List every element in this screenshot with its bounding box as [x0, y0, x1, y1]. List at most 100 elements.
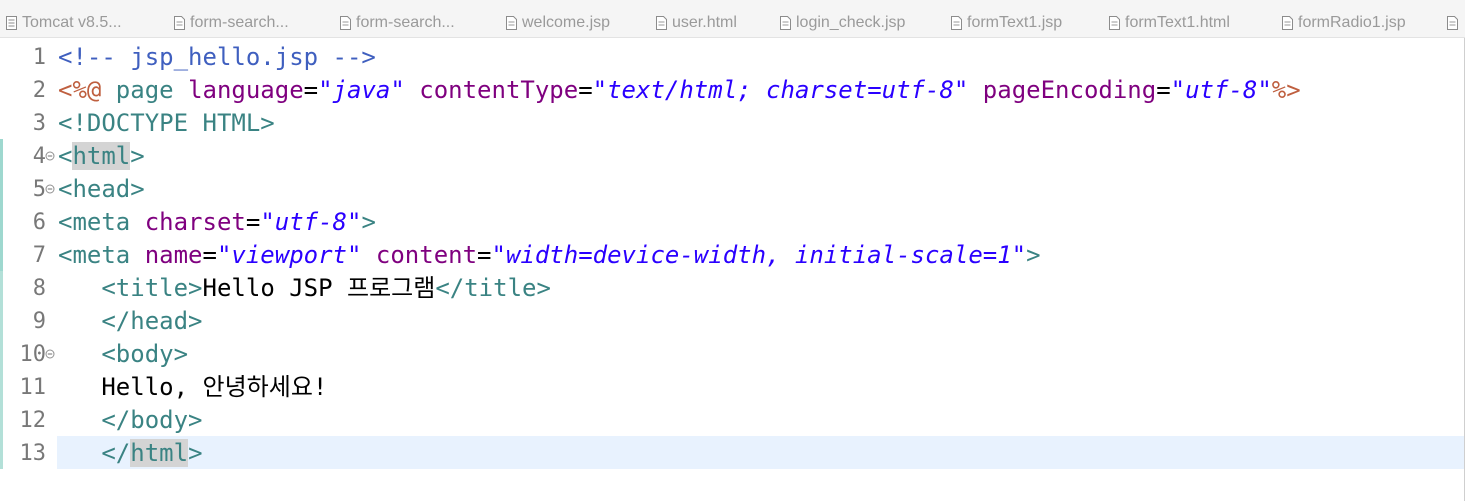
tab-overflow[interactable]: [1447, 12, 1458, 34]
meta-tag-open: <meta: [58, 241, 145, 269]
line-number: 8: [32, 276, 46, 301]
attribute-name: content: [361, 241, 478, 269]
equals-sign: =: [477, 241, 492, 269]
tab-user-html[interactable]: user.html: [656, 12, 737, 34]
tag-bracket: >: [130, 142, 145, 170]
jsp-file-icon: [506, 16, 517, 30]
tag-bracket: >: [188, 439, 203, 467]
line-number: 1: [32, 45, 46, 70]
tab-label: formText1.html: [1125, 14, 1230, 31]
code-line-current[interactable]: </html>: [58, 437, 203, 470]
tag-bracket: </: [101, 439, 131, 467]
attribute-value: "viewport": [216, 241, 362, 269]
code-line[interactable]: <meta charset="utf-8">: [58, 206, 376, 239]
head-tag: <head>: [58, 175, 145, 203]
line-number: 9: [32, 309, 46, 334]
line-number: 7: [32, 243, 46, 268]
fold-collapse-icon[interactable]: [45, 349, 55, 359]
fold-collapse-icon[interactable]: [45, 184, 55, 194]
tab-label: formRadio1.jsp: [1298, 14, 1406, 31]
attribute-name: pageEncoding: [968, 76, 1157, 104]
jsp-file-icon: [951, 16, 962, 30]
equals-sign: =: [1156, 76, 1171, 104]
attribute-value: "java": [318, 76, 405, 104]
fold-collapse-icon[interactable]: [45, 151, 55, 161]
code-line[interactable]: <html>: [58, 140, 145, 173]
meta-tag-open: <meta: [58, 208, 145, 236]
attribute-value: "width=device-width, initial-scale=1": [491, 241, 1027, 269]
code-line[interactable]: <body>: [58, 338, 188, 371]
head-close-tag: </head>: [101, 307, 203, 335]
code-line[interactable]: </head>: [58, 305, 203, 338]
tag-bracket: <: [58, 142, 73, 170]
tab-welcome-jsp[interactable]: welcome.jsp: [506, 12, 610, 34]
body-close-tag: </body>: [101, 406, 203, 434]
code-line[interactable]: <title>Hello JSP 프로그램</title>: [58, 272, 551, 305]
line-number: 13: [19, 441, 47, 466]
html-file-icon: [1109, 16, 1120, 30]
body-text: Hello, 안녕하세요!: [101, 373, 328, 401]
tab-tomcat-server[interactable]: Tomcat v8.5...: [6, 12, 122, 34]
tab-formradio1-jsp[interactable]: formRadio1.jsp: [1282, 12, 1406, 34]
tab-form-search-2[interactable]: form-search...: [340, 12, 455, 34]
title-tag-open: <title>: [101, 274, 203, 302]
tab-formtext1-html[interactable]: formText1.html: [1109, 12, 1230, 34]
attribute-name: name: [144, 241, 203, 269]
jsp-file-icon: [1282, 16, 1293, 30]
body-tag: <body>: [101, 340, 189, 368]
quick-diff-bar: [0, 139, 3, 271]
tab-login-check-jsp[interactable]: login_check.jsp: [780, 12, 905, 34]
line-number: 5: [32, 177, 46, 202]
equals-sign: =: [303, 76, 319, 104]
line-number: 3: [32, 111, 46, 136]
code-line[interactable]: Hello, 안녕하세요!: [58, 371, 327, 404]
tab-label: Tomcat v8.5...: [22, 14, 122, 31]
attribute-name: language: [188, 76, 304, 104]
tag-bracket: >: [361, 208, 376, 236]
equals-sign: =: [245, 208, 261, 236]
tab-label: user.html: [672, 14, 737, 31]
attribute-name: charset: [144, 208, 246, 236]
title-text: Hello JSP 프로그램: [202, 274, 436, 302]
html-tag-name: html: [72, 142, 131, 170]
line-number: 4: [32, 144, 46, 169]
jsp-directive-open: <%@: [58, 76, 102, 104]
attribute-name: contentType: [404, 76, 579, 104]
tab-form-search-1[interactable]: form-search...: [174, 12, 289, 34]
tab-formtext1-jsp[interactable]: formText1.jsp: [951, 12, 1062, 34]
line-number: 12: [19, 408, 47, 433]
tab-label: form-search...: [356, 14, 455, 31]
line-number: 11: [19, 375, 47, 400]
code-line[interactable]: <!-- jsp_hello.jsp -->: [58, 41, 376, 74]
html-comment: <!-- jsp_hello.jsp -->: [58, 43, 376, 71]
code-line[interactable]: <!DOCTYPE HTML>: [58, 107, 275, 140]
server-file-icon: [6, 16, 17, 30]
code-line[interactable]: </body>: [58, 404, 203, 437]
line-number: 10: [19, 342, 47, 367]
line-number: 2: [32, 78, 46, 103]
line-number: 6: [32, 210, 46, 235]
tab-label: form-search...: [190, 14, 289, 31]
html-tag-name: html: [130, 439, 189, 467]
doctype-declaration: <!DOCTYPE HTML>: [58, 109, 275, 137]
jsp-file-icon: [340, 16, 351, 30]
tag-bracket: >: [1026, 241, 1041, 269]
quick-diff-bar: [0, 271, 3, 469]
code-line[interactable]: <meta name="viewport" content="width=dev…: [58, 239, 1041, 272]
attribute-value: "utf-8": [1170, 76, 1272, 104]
current-line-highlight: [57, 436, 1464, 469]
code-line[interactable]: <%@ page language="java" contentType="te…: [58, 74, 1301, 107]
equals-sign: =: [202, 241, 217, 269]
code-line[interactable]: <head>: [58, 173, 145, 206]
jsp-file-icon: [780, 16, 791, 30]
attribute-value: "text/html; charset=utf-8": [592, 76, 969, 104]
jsp-file-icon: [174, 16, 185, 30]
jsp-file-icon: [1447, 16, 1458, 30]
editor-tab-bar: Tomcat v8.5... form-search... form-searc…: [0, 0, 1465, 38]
